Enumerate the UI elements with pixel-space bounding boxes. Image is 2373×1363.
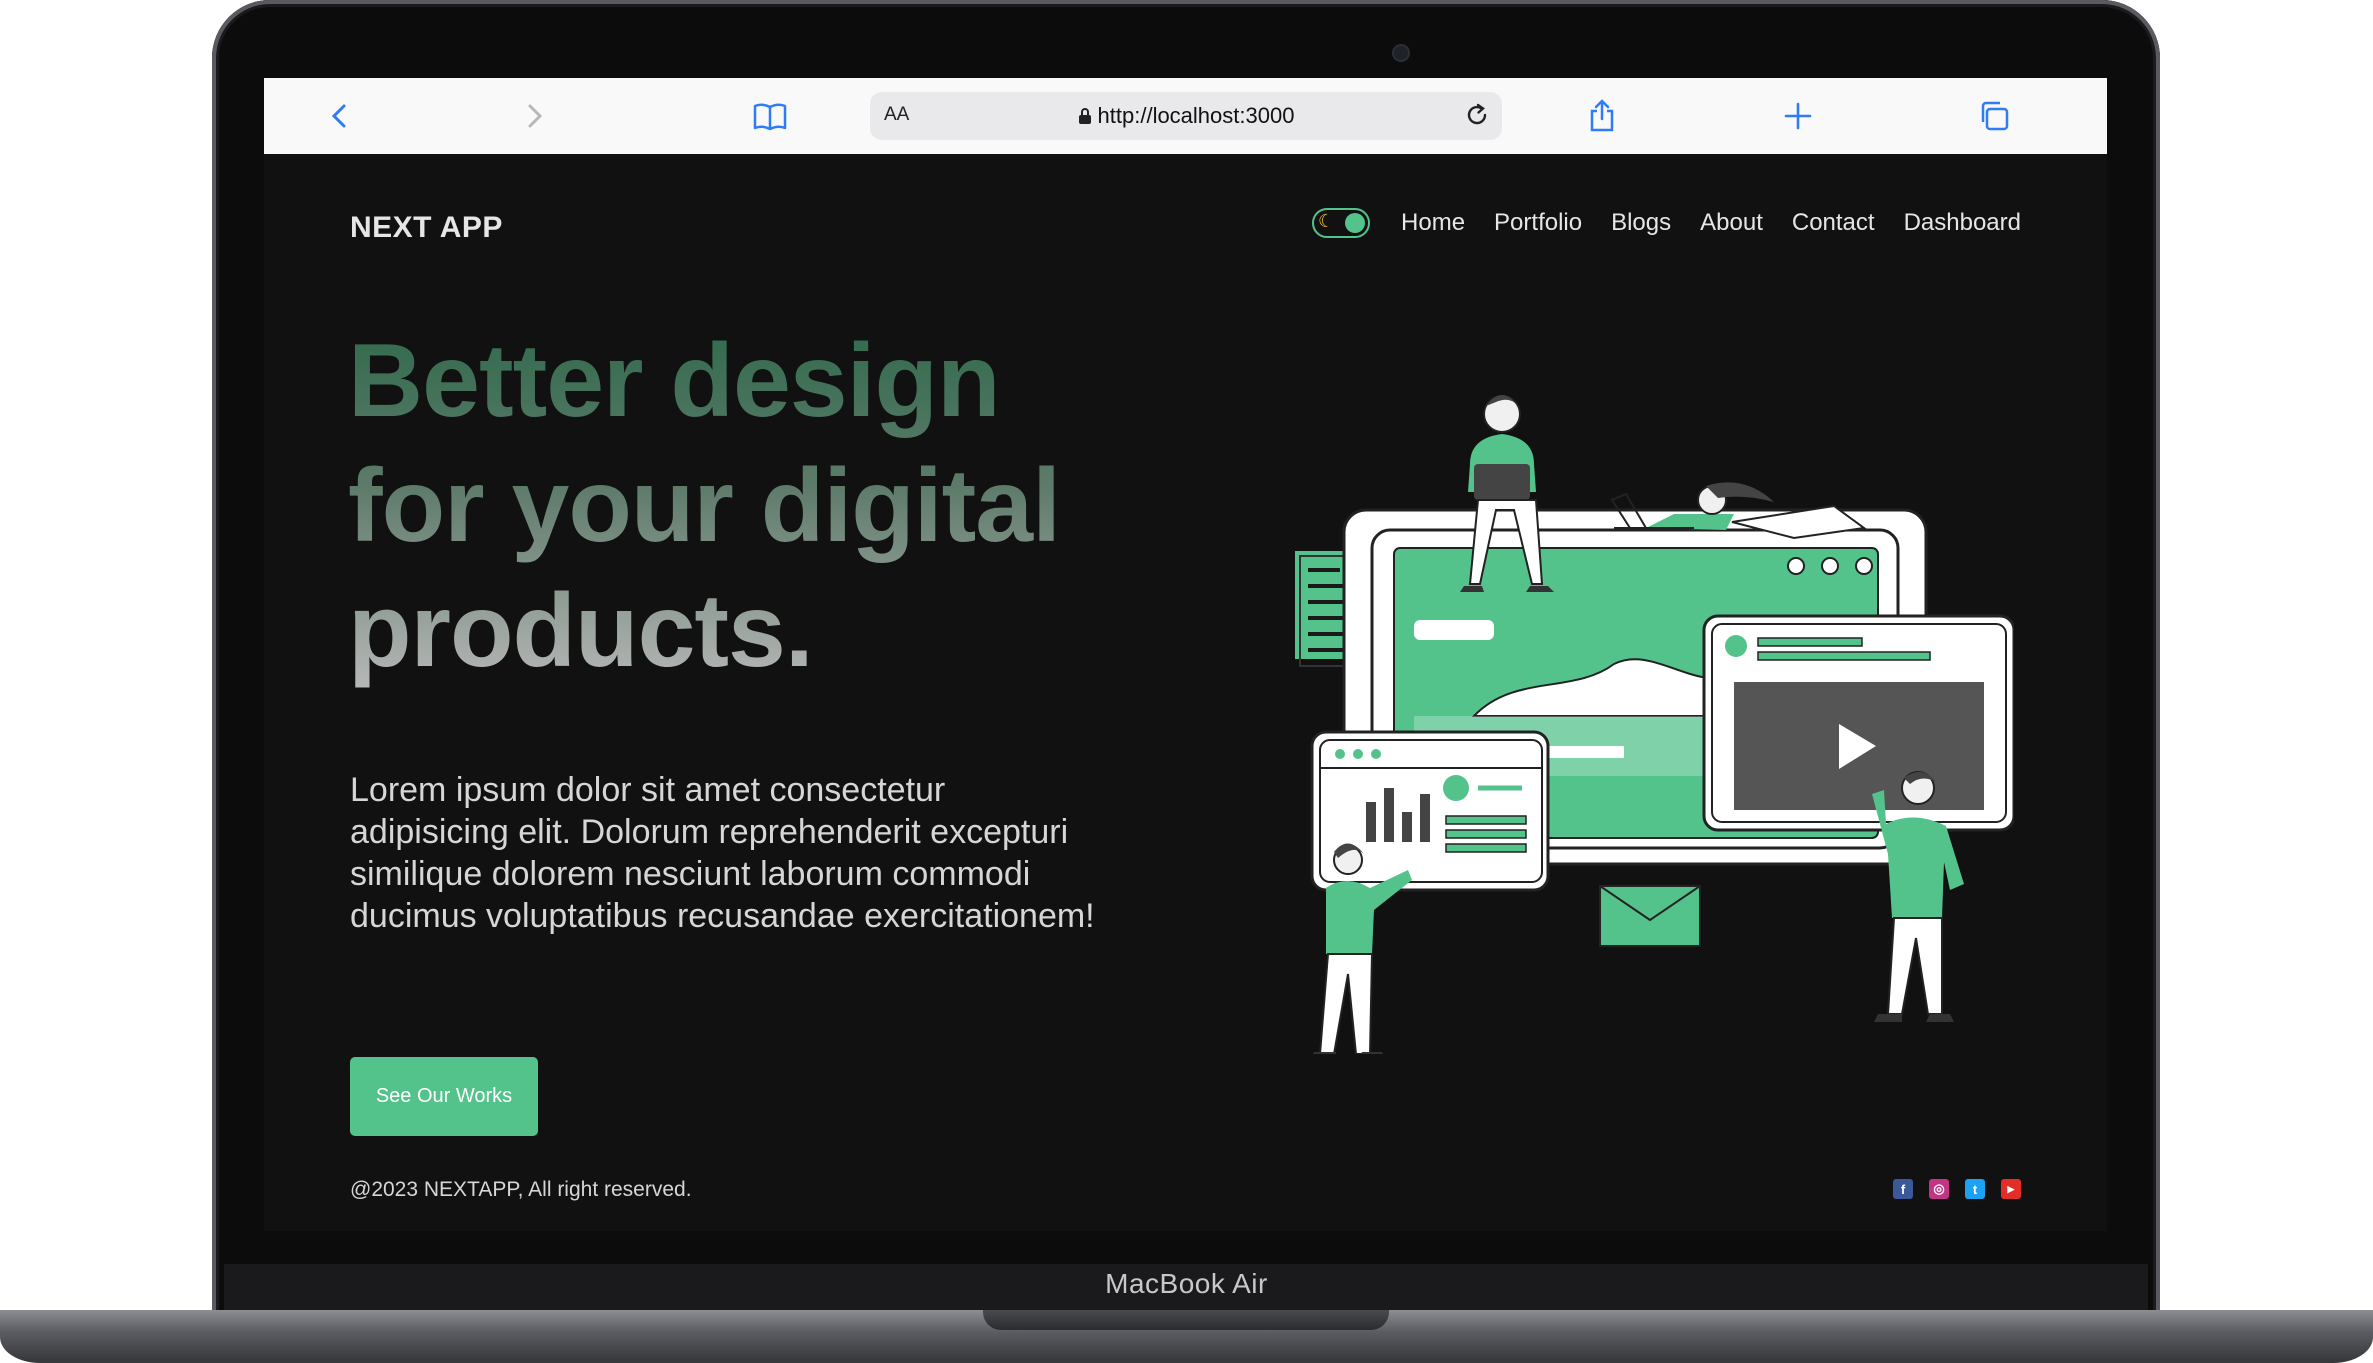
footer-copyright: @2023 NEXTAPP, All right reserved. <box>350 1178 692 1201</box>
youtube-icon[interactable]: ▶ <box>2001 1179 2021 1199</box>
theme-toggle[interactable]: ☾ <box>1312 208 1371 238</box>
browser-toolbar: AA http://localhost:3000 <box>264 78 2107 155</box>
url-text: http://localhost:3000 <box>1097 103 1295 128</box>
chevron-right-icon <box>528 104 543 128</box>
toggle-knob <box>1345 213 1366 233</box>
reload-icon <box>1467 103 1487 125</box>
share-button[interactable] <box>1582 96 1622 136</box>
tabs-button[interactable] <box>1974 96 2014 136</box>
forward-button[interactable] <box>514 96 554 136</box>
device-label: MacBook Air <box>1105 1268 1268 1299</box>
site-logo[interactable]: NEXT APP <box>350 211 503 245</box>
facebook-icon[interactable]: f <box>1893 1179 1913 1199</box>
laptop-notch <box>983 1310 1389 1330</box>
hero-title-line-1: Better design <box>348 323 1000 439</box>
lock-icon <box>1078 108 1091 124</box>
mail-icon <box>1599 885 1701 947</box>
address-bar[interactable]: AA http://localhost:3000 <box>870 92 1502 140</box>
nav-portfolio[interactable]: Portfolio <box>1494 209 1582 237</box>
nav-about[interactable]: About <box>1700 209 1763 237</box>
plus-icon <box>1784 102 1812 130</box>
hero-title: Better design for your digital products. <box>348 319 1168 694</box>
url-field[interactable]: http://localhost:3000 <box>870 103 1502 129</box>
nav-contact[interactable]: Contact <box>1792 209 1875 237</box>
instagram-icon[interactable]: ◎ <box>1929 1179 1949 1199</box>
social-links: f ◎ t ▶ <box>1877 1179 2021 1199</box>
back-button[interactable] <box>320 96 360 136</box>
bookmarks-button[interactable] <box>750 96 790 136</box>
nav-home[interactable]: Home <box>1401 209 1465 237</box>
share-icon <box>1590 99 1614 132</box>
chevron-left-icon <box>331 104 346 128</box>
webpage: NEXT APP ☾ Home Portfolio Blogs About Co… <box>264 154 2107 1231</box>
camera-icon <box>1392 44 1410 62</box>
video-player-illustration <box>1702 614 2014 832</box>
new-tab-button[interactable] <box>1778 96 1818 136</box>
nav-blogs[interactable]: Blogs <box>1611 209 1671 237</box>
hero-description: Lorem ipsum dolor sit amet consectetur a… <box>350 771 1095 935</box>
moon-icon: ☾ <box>1318 211 1335 231</box>
main-nav: ☾ Home Portfolio Blogs About Contact Das… <box>1312 208 2021 238</box>
tabs-icon <box>1981 101 2009 131</box>
see-our-works-button[interactable]: See Our Works <box>350 1057 538 1136</box>
nav-dashboard[interactable]: Dashboard <box>1904 209 2021 237</box>
hero-illustration <box>1293 395 2014 1054</box>
twitter-icon[interactable]: t <box>1965 1179 1985 1199</box>
book-icon <box>753 103 787 131</box>
browser-window: AA http://localhost:3000 NEXT APP ☾ Home <box>264 78 2107 1231</box>
hero-title-line-3: products. <box>348 573 813 689</box>
hero-title-line-2: for your digital <box>348 448 1060 564</box>
reload-button[interactable] <box>1462 100 1492 135</box>
